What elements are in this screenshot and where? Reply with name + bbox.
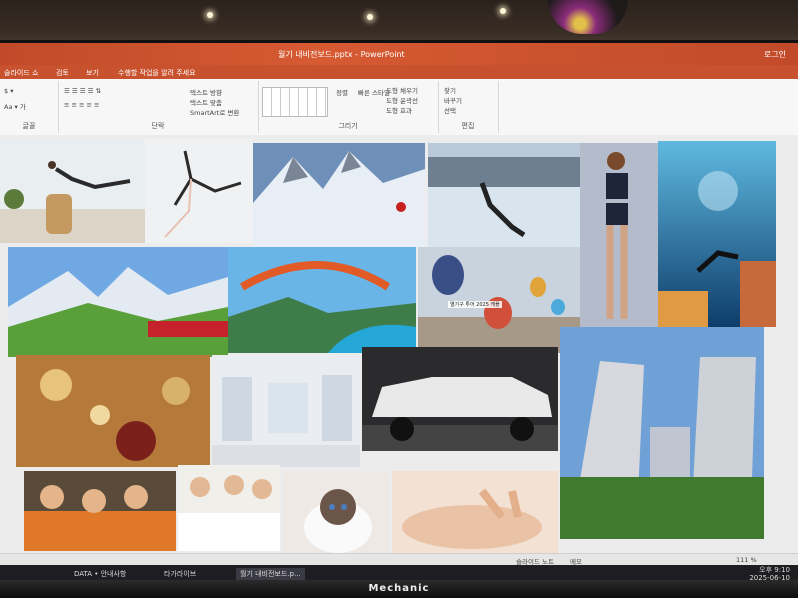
- list-icons[interactable]: ☰ ☰ ☰ ☰ ⇅: [64, 87, 101, 95]
- sign-in-link[interactable]: 로그인: [764, 49, 786, 60]
- smartart-button[interactable]: SmartArt로 변환: [190, 107, 239, 117]
- massage-image[interactable]: [392, 471, 558, 555]
- lamp: [548, 0, 628, 34]
- tell-me-search[interactable]: 수행할 작업을 알려 주세요: [118, 68, 196, 78]
- ski-mountain-image[interactable]: [253, 143, 425, 247]
- font-group: $ ▾ Aa ▾ 가 글꼴: [0, 81, 59, 133]
- cat-image[interactable]: [282, 473, 390, 553]
- editing-group-label: 편집: [461, 122, 475, 130]
- title-bar: 월기 내비전보드.pptx - PowerPoint 로그인: [0, 43, 798, 65]
- arrange-button[interactable]: 정렬: [336, 87, 348, 97]
- shape-fill-button[interactable]: 도형 채우기: [386, 85, 418, 95]
- drawing-group: 정렬 빠른 스타일 도형 채우기 도형 윤곽선 도형 효과 그리기: [258, 81, 439, 133]
- drawing-group-label: 그리기: [338, 122, 358, 130]
- align-text-button[interactable]: 텍스트 맞춤: [190, 97, 222, 107]
- fitness-image[interactable]: [580, 143, 658, 327]
- monitor-bezel: Mechanic: [0, 580, 798, 598]
- dining-table-image[interactable]: [16, 355, 210, 467]
- find-button[interactable]: 찾기: [444, 85, 456, 95]
- window-title: 월기 내비전보드.pptx - PowerPoint: [278, 50, 405, 59]
- task-data[interactable]: DATA • 안내사항: [70, 568, 130, 580]
- font-size-icon[interactable]: $ ▾: [4, 87, 13, 95]
- ballet-image[interactable]: [145, 139, 253, 243]
- monitor-brand-logo: Mechanic: [368, 583, 430, 594]
- ceiling-light: [500, 8, 506, 14]
- hot-air-balloon-image[interactable]: 열기구 투어 2025 캐플: [418, 247, 580, 353]
- tab-view[interactable]: 보기: [86, 68, 99, 78]
- font-group-label: 글꼴: [22, 122, 36, 130]
- monitor-screen: 월기 내비전보드.pptx - PowerPoint 로그인 슬라이드 쇼 검토…: [0, 40, 798, 583]
- ceiling-light: [367, 14, 373, 20]
- slide-canvas[interactable]: 열기구 투어 2025 캐플: [0, 135, 798, 555]
- replace-button[interactable]: 바꾸기: [444, 95, 462, 105]
- alps-train-image[interactable]: [8, 247, 228, 357]
- paragliding-image[interactable]: [228, 247, 416, 353]
- paragraph-group-label: 단락: [151, 122, 165, 130]
- clock-time: 오후 9:10: [759, 566, 790, 574]
- shape-outline-button[interactable]: 도형 윤곽선: [386, 95, 418, 105]
- tab-slideshow[interactable]: 슬라이드 쇼: [4, 68, 38, 78]
- skyscrapers-image[interactable]: [560, 327, 764, 539]
- paragraph-group: ☰ ☰ ☰ ☰ ⇅ ≡ ≡ ≡ ≡ ≡ 텍스트 방향 텍스트 맞춤 SmartA…: [58, 81, 259, 133]
- font-format-icon[interactable]: Aa ▾ 가: [4, 101, 26, 111]
- suv-car-image[interactable]: [362, 347, 558, 451]
- tab-review[interactable]: 검토: [56, 68, 69, 78]
- menu-bar: 슬라이드 쇼 검토 보기 수행할 작업을 알려 주세요: [0, 65, 798, 79]
- family-photo-image[interactable]: [178, 465, 280, 551]
- select-button[interactable]: 선택: [444, 105, 456, 115]
- zoom-level[interactable]: 111 %: [736, 556, 757, 564]
- shape-effects-button[interactable]: 도형 효과: [386, 105, 412, 115]
- align-icons[interactable]: ≡ ≡ ≡ ≡ ≡: [64, 101, 100, 109]
- image-caption: 열기구 투어 2025 캐플: [448, 301, 502, 308]
- wakeboard-image[interactable]: [428, 143, 580, 247]
- ceiling-light: [207, 12, 213, 18]
- pilates-image[interactable]: [0, 139, 145, 243]
- group-photo-image[interactable]: [24, 471, 176, 551]
- shapes-gallery[interactable]: [262, 87, 328, 117]
- underwater-image[interactable]: [658, 141, 776, 327]
- task-app[interactable]: 타가라이브: [160, 568, 200, 580]
- interior-room-image[interactable]: [212, 355, 360, 467]
- editing-group: 찾기 바꾸기 선택 편집: [438, 81, 499, 133]
- ribbon: $ ▾ Aa ▾ 가 글꼴 ☰ ☰ ☰ ☰ ⇅ ≡ ≡ ≡ ≡ ≡ 텍스트 방향…: [0, 79, 798, 136]
- text-direction-button[interactable]: 텍스트 방향: [190, 87, 222, 97]
